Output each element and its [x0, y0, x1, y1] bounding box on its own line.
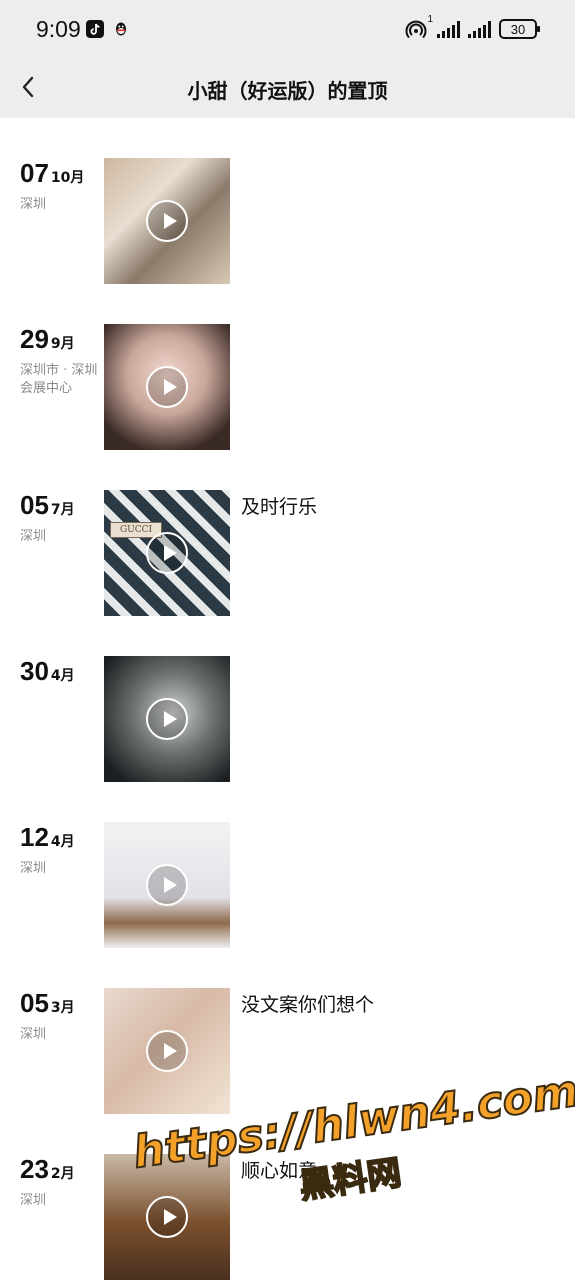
signal-icon: [437, 20, 460, 38]
status-time: 9:09: [36, 16, 81, 42]
page-title: 小甜（好运版）的置顶: [187, 79, 388, 103]
post-location: 深圳: [20, 1027, 47, 1042]
post-date: 23 2月: [20, 1154, 75, 1185]
post-date: 12 4月: [20, 822, 75, 853]
post-location: 深圳: [20, 529, 47, 544]
status-right: 1 30: [405, 14, 540, 40]
post-day: 05: [20, 490, 49, 520]
video-thumbnail[interactable]: [104, 656, 230, 782]
list-item[interactable]: 30 4月: [0, 656, 575, 782]
post-day: 23: [20, 1154, 49, 1184]
post-day: 12: [20, 822, 49, 852]
tiktok-icon: [86, 20, 104, 38]
list-item[interactable]: 05 7月 深圳 GUCCI 及时行乐: [0, 490, 575, 616]
post-month: 4月: [50, 834, 75, 850]
post-date: 05 7月: [20, 490, 75, 521]
list-item[interactable]: 23 2月 深圳 顺心如意: [0, 1154, 575, 1280]
post-month: 10月: [50, 170, 85, 186]
post-caption: 没文案你们想个: [241, 994, 375, 1016]
play-icon: [146, 532, 188, 574]
post-day: 30: [20, 656, 49, 686]
video-thumbnail[interactable]: [104, 988, 230, 1114]
qq-icon: [112, 20, 130, 38]
post-month: 7月: [50, 502, 75, 518]
play-icon: [146, 366, 188, 408]
signal-icon-2: [468, 20, 491, 38]
post-month: 2月: [50, 1166, 75, 1182]
play-icon: [146, 698, 188, 740]
play-icon: [146, 864, 188, 906]
video-thumbnail[interactable]: [104, 822, 230, 948]
video-thumbnail[interactable]: GUCCI: [104, 490, 230, 616]
list-item[interactable]: 29 9月 深圳市 · 深圳会展中心: [0, 324, 575, 450]
post-date: 07 10月: [20, 158, 84, 189]
post-date: 29 9月: [20, 324, 75, 355]
list-item[interactable]: 12 4月 深圳: [0, 822, 575, 948]
video-thumbnail[interactable]: [104, 158, 230, 284]
battery-icon: 30: [499, 19, 540, 39]
post-day: 29: [20, 324, 49, 354]
post-location: 深圳: [20, 1193, 47, 1208]
hotspot-icon: 1: [405, 14, 433, 40]
nav-header: 小甜（好运版）的置顶: [0, 58, 575, 118]
post-location: 深圳: [20, 861, 47, 876]
post-location: 深圳: [20, 197, 47, 212]
post-month: 4月: [50, 668, 75, 684]
play-icon: [146, 200, 188, 242]
post-month: 9月: [50, 336, 75, 352]
post-location: 深圳市 · 深圳会展中心: [20, 363, 98, 396]
play-icon: [146, 1030, 188, 1072]
post-date: 05 3月: [20, 988, 75, 1019]
post-date: 30 4月: [20, 656, 75, 687]
status-bar: 9:09 1 30: [0, 0, 575, 58]
post-caption: 及时行乐: [241, 496, 318, 518]
post-day: 05: [20, 988, 49, 1018]
hotspot-count: 1: [427, 14, 433, 25]
post-month: 3月: [50, 1000, 75, 1016]
post-day: 07: [20, 158, 49, 188]
video-thumbnail[interactable]: [104, 324, 230, 450]
list-item[interactable]: 07 10月 深圳: [0, 158, 575, 284]
play-icon: [146, 1196, 188, 1238]
